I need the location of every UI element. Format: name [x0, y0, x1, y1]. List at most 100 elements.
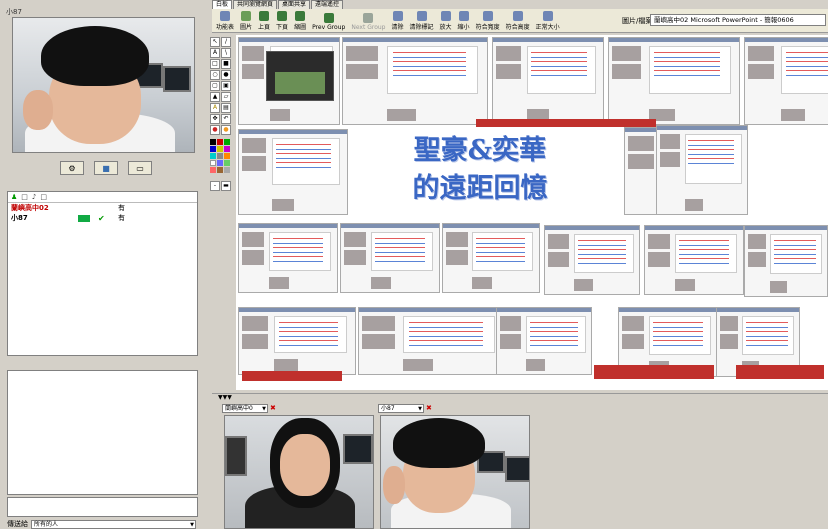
- monitor-icon: ▭: [136, 163, 144, 173]
- slide-thumbnail: [492, 37, 604, 125]
- toolbar-button-clear[interactable]: 清除: [392, 9, 404, 33]
- doc-select[interactable]: 蘭嶼高中02 Microsoft PowerPoint - 簡報0606: [650, 14, 826, 26]
- toolbar-button-next-page[interactable]: 下頁: [276, 9, 288, 33]
- toolbar-button-prev-page[interactable]: 上頁: [258, 9, 270, 33]
- line-width-thick-icon[interactable]: ▬: [221, 181, 231, 191]
- slide-thumbnail: [608, 37, 740, 125]
- line-icon[interactable]: \: [221, 48, 231, 58]
- toolbar-button-fit-width[interactable]: 符合寬度: [476, 9, 500, 33]
- undo-icon[interactable]: ↶: [221, 114, 231, 124]
- slide-thumbnail: [442, 223, 540, 293]
- filled-ellipse-icon[interactable]: ●: [221, 70, 231, 80]
- user-row[interactable]: 小87 ✔ 有: [8, 213, 197, 223]
- slide-thumbnail: [238, 129, 348, 215]
- image-icon[interactable]: ▤: [221, 103, 231, 113]
- toolbar-button-clear-marks[interactable]: 清除標記: [410, 9, 434, 33]
- chat-log: [7, 370, 198, 495]
- whiteboard-canvas[interactable]: [236, 35, 828, 390]
- slide-thumbnail: [544, 225, 640, 295]
- menu-icon: [220, 11, 230, 21]
- cam-settings-button[interactable]: ⚙: [60, 161, 84, 175]
- tab-whiteboard[interactable]: 白板: [212, 0, 233, 9]
- tab-desktop-share[interactable]: 桌面共享: [278, 0, 311, 9]
- slide-thumbnail: [238, 307, 356, 375]
- cam-video-button[interactable]: ■: [94, 161, 118, 175]
- toolbar-button-next-group[interactable]: Next Group: [351, 9, 386, 33]
- toolbar-button-label: Prev Group: [312, 24, 346, 31]
- pointer-icon[interactable]: ↖: [210, 37, 220, 47]
- filled-rect-icon[interactable]: ■: [221, 59, 231, 69]
- fill-icon[interactable]: ▣: [221, 81, 231, 91]
- toolbar-button-zoom-in[interactable]: 放大: [440, 9, 452, 33]
- webcam-indicator-icon: [78, 214, 90, 222]
- slide-thumbnail: [496, 307, 592, 375]
- toolbar-button-picture[interactable]: 圖片: [240, 9, 252, 33]
- toolbar-button-label: 放大: [439, 24, 452, 31]
- toolbar-button-thumbnail[interactable]: 縮圖: [294, 9, 306, 33]
- decorative-strip: [736, 365, 824, 379]
- toolbar-button-fit-height[interactable]: 符合高度: [506, 9, 530, 33]
- toolbar-button-label: Next Group: [351, 24, 386, 31]
- toolbar-button-prev-group[interactable]: Prev Group: [312, 9, 345, 33]
- text-icon[interactable]: A: [210, 48, 220, 58]
- record-icon[interactable]: ●: [210, 125, 220, 135]
- highlight-icon[interactable]: ▢: [210, 81, 220, 91]
- toolbar-button-menu[interactable]: 功能表: [216, 9, 234, 33]
- toolbar-button-label: 圖片: [240, 24, 253, 31]
- cam-monitor-button[interactable]: ▭: [128, 161, 152, 175]
- toolbar-button-label: 清除標記: [409, 24, 434, 31]
- user-row[interactable]: 蘭嶼高中02 有: [8, 203, 197, 213]
- zoom-in-icon: [440, 11, 451, 21]
- check-icon: □: [21, 193, 28, 201]
- close-icon[interactable]: ✖: [270, 404, 276, 412]
- eraser-icon[interactable]: ▱: [221, 92, 231, 102]
- line-width-thin-icon[interactable]: -: [210, 181, 220, 191]
- toolbar-button-label: 符合寬度: [475, 24, 500, 31]
- main-tabs: 白板 共同瀏覽網頁 桌面共享 遠端遙控: [212, 0, 344, 9]
- decorative-strip: [476, 119, 656, 127]
- slide-thumbnail: [342, 37, 488, 125]
- toolbar-button-label: 上頁: [258, 24, 271, 31]
- rect-icon[interactable]: □: [210, 59, 220, 69]
- user-flag: 有: [118, 214, 125, 222]
- ellipse-icon[interactable]: ○: [210, 70, 220, 80]
- color-swatches: [209, 139, 235, 174]
- doc-label: 圖片/檔案: [622, 17, 653, 25]
- font-icon[interactable]: A: [210, 103, 220, 113]
- next-page-icon: [277, 11, 288, 21]
- toolbar-button-label: 縮小: [457, 24, 470, 31]
- user-name: 蘭嶼高中02: [11, 204, 49, 212]
- toolbar-button-zoom-out[interactable]: 縮小: [458, 9, 470, 33]
- video-icon: ■: [102, 163, 110, 173]
- normal-size-icon: [542, 11, 553, 21]
- status-check-icon: ✔: [98, 213, 105, 223]
- prev-page-icon: [259, 11, 270, 21]
- stamp-icon[interactable]: ▲: [210, 92, 220, 102]
- toolbar-button-normal-size[interactable]: 正常大小: [536, 9, 560, 33]
- slide-title-line1: 聖豪&奕華: [413, 135, 547, 166]
- slide-video-frame: [266, 51, 334, 101]
- recipient-select[interactable]: 所有的人: [31, 519, 196, 529]
- video-pane-1: 蘭嶼高中0 ✖: [222, 403, 374, 529]
- toolbar-button-label: 縮圖: [294, 24, 307, 31]
- user-list: ♟ □ ♪ □ 蘭嶼高中02 有 小87 ✔ 有: [7, 191, 198, 356]
- slide-thumbnail: [340, 223, 440, 293]
- color-pick-icon[interactable]: ●: [221, 125, 231, 135]
- video-user-select[interactable]: 小87: [378, 403, 424, 413]
- pen-icon[interactable]: /: [221, 37, 231, 47]
- pane-divider[interactable]: ▼▼▼: [212, 393, 828, 401]
- chat-input[interactable]: [7, 497, 198, 517]
- video-pane-2: 小87 ✖: [378, 403, 532, 529]
- zoom-out-icon: [458, 11, 469, 21]
- close-icon[interactable]: ✖: [426, 404, 432, 412]
- move-icon[interactable]: ✥: [210, 114, 220, 124]
- tab-remote-control[interactable]: 遠端遙控: [311, 0, 344, 9]
- line-width-options: - ▬: [209, 180, 235, 191]
- decorative-strip: [242, 371, 342, 381]
- video-user-select[interactable]: 蘭嶼高中0: [222, 403, 268, 413]
- tab-cobrowse[interactable]: 共同瀏覽網頁: [233, 0, 278, 9]
- mic-icon: ♪: [31, 193, 37, 201]
- user-icon: ♟: [11, 193, 18, 201]
- slide-thumbnail: [744, 37, 828, 125]
- prev-group-icon: [323, 13, 334, 23]
